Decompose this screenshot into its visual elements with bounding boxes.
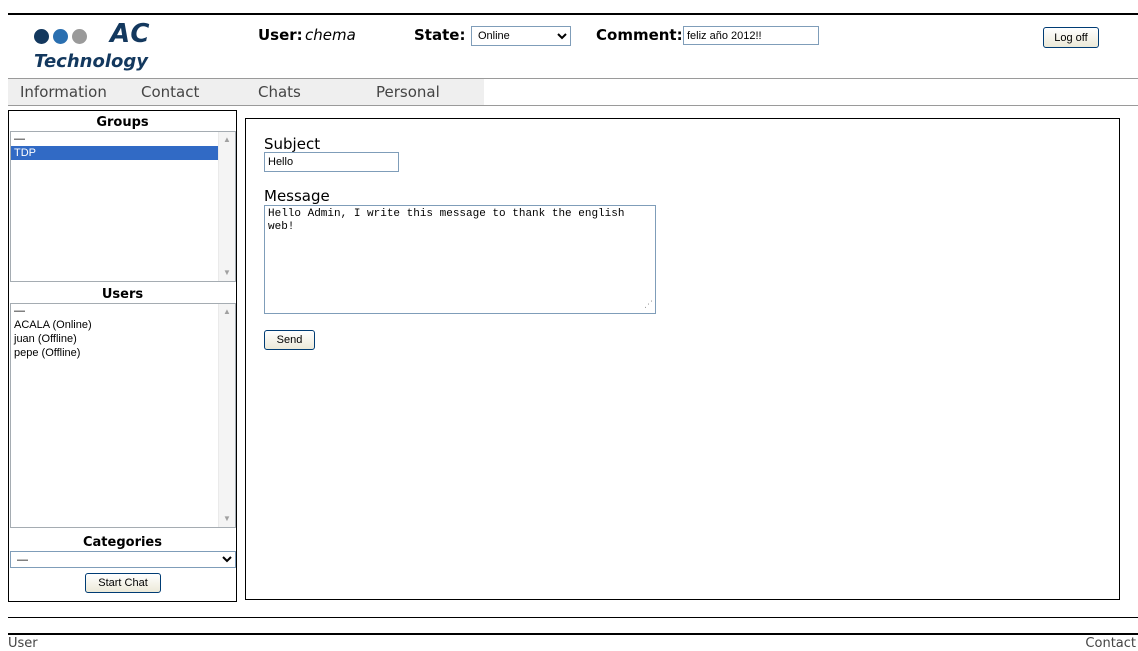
logo-dot-blue bbox=[53, 29, 68, 44]
footer-rule bbox=[8, 617, 1138, 618]
logo: AC Technology bbox=[30, 18, 160, 78]
user-item[interactable]: juan (Offline) bbox=[11, 332, 235, 346]
nav-item-contact[interactable]: Contact bbox=[141, 83, 199, 101]
groups-title: Groups bbox=[96, 115, 149, 130]
user-label: User: bbox=[258, 26, 303, 44]
nav-item-chats[interactable]: Chats bbox=[258, 83, 301, 101]
message-form-panel bbox=[245, 118, 1120, 600]
comment-input[interactable] bbox=[683, 26, 819, 45]
logo-subtext: Technology bbox=[34, 51, 148, 72]
users-listbox[interactable]: — ACALA (Online) juan (Offline) pepe (Of… bbox=[10, 303, 236, 528]
group-item-selected[interactable]: TDP bbox=[11, 146, 218, 160]
comment-label: Comment: bbox=[596, 26, 683, 44]
state-select[interactable]: Online bbox=[471, 26, 571, 46]
users-scrollbar[interactable]: ▲ ▼ bbox=[218, 304, 235, 527]
scroll-down-icon[interactable]: ▼ bbox=[221, 513, 233, 525]
groups-scrollbar[interactable]: ▲ ▼ bbox=[218, 132, 235, 281]
start-chat-button[interactable]: Start Chat bbox=[85, 573, 161, 593]
message-textarea[interactable]: Hello Admin, I write this message to tha… bbox=[264, 205, 656, 314]
scroll-up-icon[interactable]: ▲ bbox=[221, 134, 233, 146]
nav-item-information[interactable]: Information bbox=[20, 83, 107, 101]
footer-contact-link[interactable]: Contact bbox=[1085, 636, 1136, 651]
footer-user-link[interactable]: User bbox=[8, 636, 38, 651]
resize-grip-icon[interactable]: ⋰ bbox=[644, 300, 653, 310]
logo-dot-gray bbox=[72, 29, 87, 44]
users-title: Users bbox=[101, 287, 144, 302]
subject-input[interactable] bbox=[264, 152, 399, 172]
message-label: Message bbox=[264, 187, 330, 205]
user-item[interactable]: pepe (Offline) bbox=[11, 346, 235, 360]
group-item[interactable]: — bbox=[11, 132, 235, 146]
user-name: chema bbox=[305, 26, 356, 44]
subject-label: Subject bbox=[264, 135, 321, 153]
categories-select[interactable]: — bbox=[10, 551, 236, 568]
logo-dot-dark bbox=[34, 29, 49, 44]
state-label: State: bbox=[414, 26, 466, 44]
user-item[interactable]: — bbox=[11, 304, 235, 318]
header-top-rule bbox=[8, 13, 1138, 15]
scroll-up-icon[interactable]: ▲ bbox=[221, 306, 233, 318]
scroll-down-icon[interactable]: ▼ bbox=[221, 267, 233, 279]
groups-listbox[interactable]: — TDP ▲ ▼ bbox=[10, 131, 236, 282]
footer-rule-bold bbox=[8, 633, 1138, 635]
log-off-button[interactable]: Log off bbox=[1043, 27, 1099, 48]
user-item[interactable]: ACALA (Online) bbox=[11, 318, 235, 332]
categories-title: Categories bbox=[82, 535, 162, 550]
nav-item-personal[interactable]: Personal bbox=[376, 83, 440, 101]
send-button[interactable]: Send bbox=[264, 330, 315, 350]
logo-text: AC bbox=[110, 19, 151, 49]
